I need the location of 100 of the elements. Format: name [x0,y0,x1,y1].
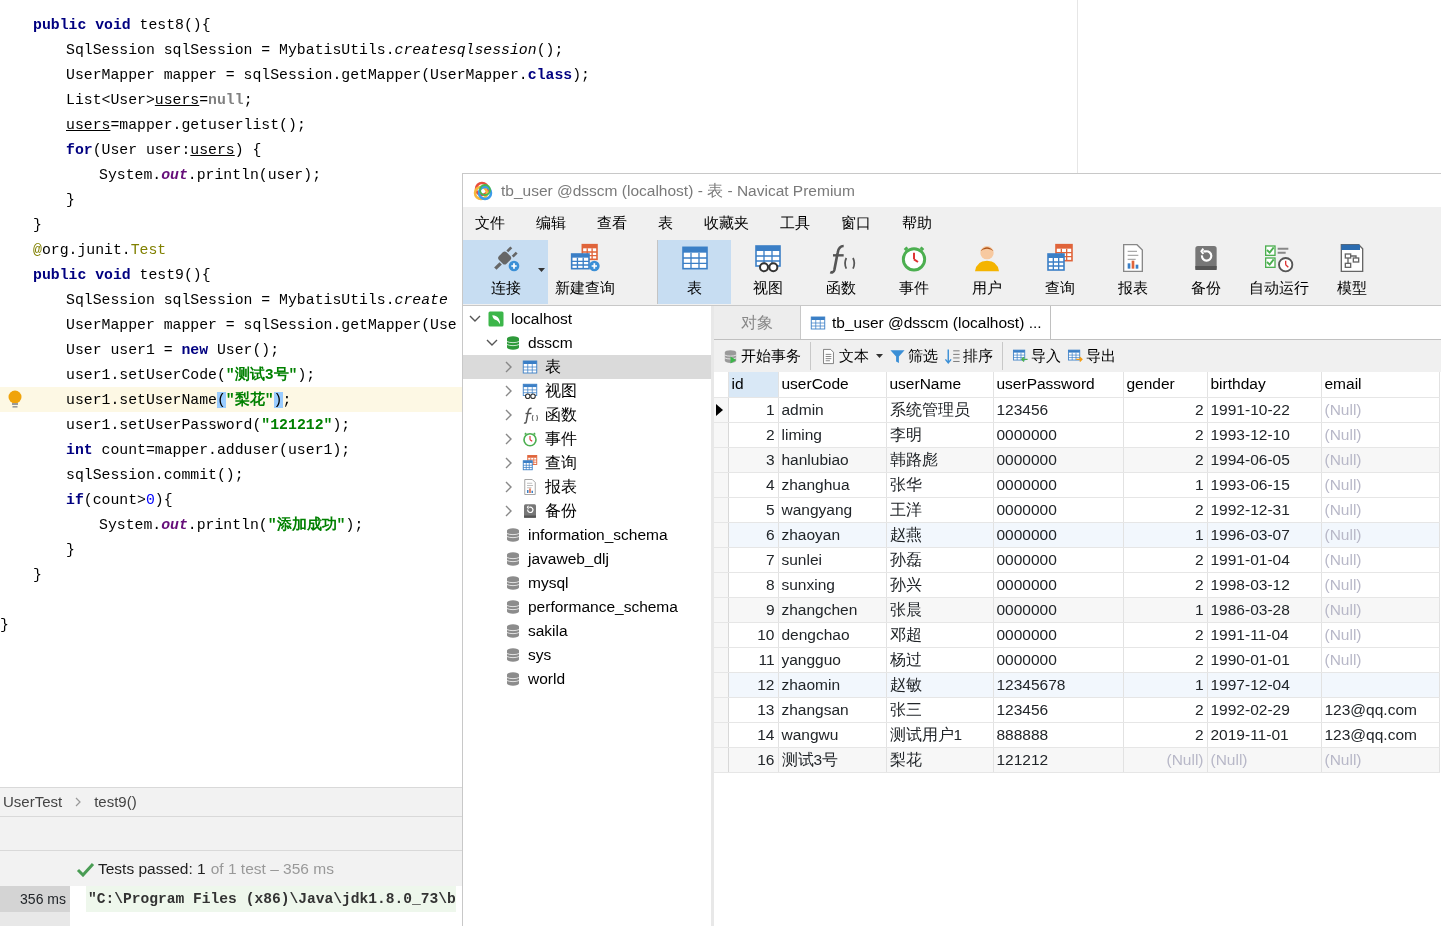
database-icon [504,622,522,640]
code-line: } [0,615,9,635]
code-line: @org.junit.Test [33,240,167,260]
console-output: "C:\Program Files (x86)\Java\jdk1.8.0_73\b [86,886,456,912]
tree-item[interactable]: 备份 [463,499,711,523]
toolbar-button[interactable]: 视图 [731,240,804,304]
table-cell: 8 [728,572,778,597]
toolbar-button[interactable]: 自动运行 [1242,240,1315,304]
database-icon [504,526,522,544]
tree-item[interactable]: javaweb_dlj [463,547,711,571]
toolbar-button[interactable]: 开始事务 [719,342,804,370]
table-cell: 7 [728,547,778,572]
table-cell: 2 [1123,647,1207,672]
menu-item[interactable]: 查看 [591,212,633,235]
column-header[interactable]: gender [1123,372,1207,397]
tree-item[interactable]: performance_schema [463,595,711,619]
toolbar-button[interactable]: 新建查询 [548,240,621,304]
tree-item[interactable]: world [463,667,711,691]
tree-item[interactable]: 函数 [463,403,711,427]
table-cell: (Null) [1321,747,1439,772]
code-line: User user1 = new User(); [66,340,280,360]
table-cell: 2 [728,422,778,447]
table-cell: 0000000 [993,597,1123,622]
menu-item[interactable]: 文件 [469,212,511,235]
table-cell: 1986-03-28 [1207,597,1321,622]
table-cell: (Null) [1207,747,1321,772]
toolbar-button[interactable]: 导出 [1064,342,1119,370]
column-header[interactable]: userPassword [993,372,1123,397]
table-icon [521,454,539,472]
table-cell: 赵敏 [886,672,993,697]
tree-item[interactable]: 视图 [463,379,711,403]
table-cell: 孙兴 [886,572,993,597]
table-cell: 2 [1123,547,1207,572]
column-header[interactable]: userName [886,372,993,397]
tree-item[interactable]: dsscm [463,331,711,355]
menu-item[interactable]: 帮助 [896,212,938,235]
toolbar-button[interactable]: 表 [657,240,731,304]
table-cell: 0000000 [993,522,1123,547]
toolbar-button[interactable]: 事件 [877,240,950,304]
breadcrumb-item[interactable]: test9() [94,790,137,814]
table-cell: 0000000 [993,472,1123,497]
tree-item[interactable]: 报表 [463,475,711,499]
table-cell: 1991-10-22 [1207,397,1321,422]
code-line: System.out.println("添加成功"); [99,515,364,535]
toolbar-button[interactable]: 报表 [1096,240,1169,304]
toolbar-button[interactable]: 函数 [804,240,877,304]
table-cell: 2 [1123,622,1207,647]
toolbar-button[interactable]: 连接 [463,240,548,304]
table-cell: 2 [1123,697,1207,722]
toolbar-button[interactable]: 筛选 [886,342,941,370]
toolbar-button[interactable]: 文本 [810,342,886,370]
toolbar-button[interactable]: 导入 [1002,342,1064,370]
menu-item[interactable]: 窗口 [835,212,877,235]
code-line: public void test8(){ [33,15,211,35]
table-cell: 赵燕 [886,522,993,547]
menu-item[interactable]: 工具 [774,212,816,235]
tree-item[interactable]: localhost [463,307,711,331]
table-cell: 123@qq.com [1321,697,1439,722]
column-header[interactable]: email [1321,372,1439,397]
backup-icon [521,502,539,520]
row-selector[interactable] [714,397,728,422]
table-icon [809,313,827,332]
database-icon [504,646,522,664]
menu-item[interactable]: 编辑 [530,212,572,235]
code-line: } [33,565,42,585]
filter-icon [889,347,906,365]
toolbar-button[interactable]: 模型 [1315,240,1388,304]
table-cell: 1991-11-04 [1207,622,1321,647]
table-cell: zhanghua [778,472,886,497]
column-header[interactable]: id [728,372,778,397]
database-icon [504,550,522,568]
table-cell: dengchao [778,622,886,647]
column-header[interactable]: birthday [1207,372,1321,397]
tree-item[interactable]: 表 [463,355,711,379]
column-header[interactable]: userCode [778,372,886,397]
toolbar-button[interactable]: 查询 [1023,240,1096,304]
table-cell: (Null) [1321,497,1439,522]
table-cell: 张三 [886,697,993,722]
tree-item[interactable]: mysql [463,571,711,595]
tree-item[interactable]: sakila [463,619,711,643]
table-cell: 2019-11-01 [1207,722,1321,747]
tree-item[interactable]: sys [463,643,711,667]
tree-item[interactable]: 事件 [463,427,711,451]
code-line: UserMapper mapper = sqlSession.getMapper(UserMapper.class); [66,65,590,85]
toolbar-button[interactable]: 备份 [1169,240,1242,304]
toolbar-button[interactable]: 用户 [950,240,1023,304]
toolbar-button[interactable]: 排序 [941,342,996,370]
code-line: UserMapper mapper = sqlSession.getMapper(Use [66,315,457,335]
table-cell: (Null) [1321,597,1439,622]
tree-item[interactable]: information_schema [463,523,711,547]
breadcrumb-item[interactable]: UserTest [3,790,63,814]
table-cell: 123456 [993,697,1123,722]
database-arrow-icon [722,347,739,365]
menu-item[interactable]: 表 [652,212,679,235]
report-icon [521,478,539,496]
tree-item[interactable]: 查询 [463,451,711,475]
code-line: sqlSession.commit(); [66,465,244,485]
menu-item[interactable]: 收藏夹 [698,212,755,235]
code-line: } [66,190,75,210]
code-line: SqlSession sqlSession = MybatisUtils.create [66,290,448,310]
